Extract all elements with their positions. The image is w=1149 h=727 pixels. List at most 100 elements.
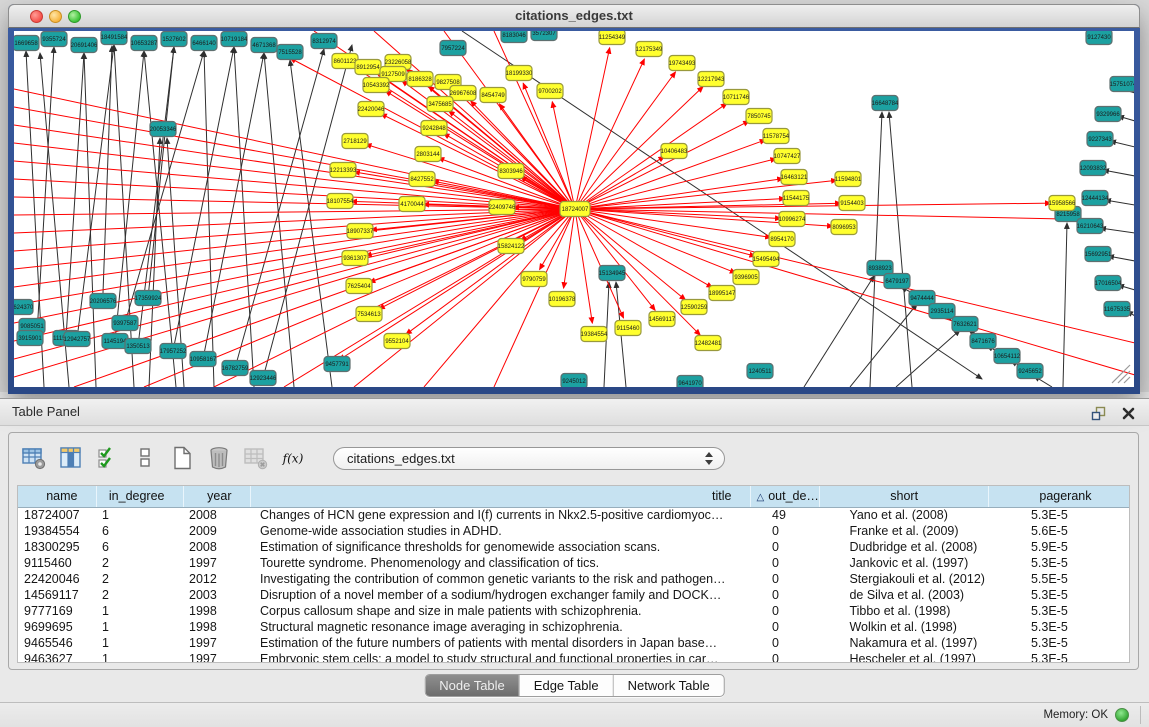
window-titlebar[interactable]: citations_edges.txt	[8, 4, 1140, 28]
column-header-pagerank[interactable]: pagerank	[989, 486, 1130, 507]
table-cell: 5.3E-5	[989, 587, 1130, 603]
delete-table-button[interactable]	[206, 445, 232, 471]
graph-edge-black[interactable]	[203, 53, 264, 359]
function-builder-button[interactable]: f(x)	[280, 445, 306, 471]
graph-edge-black[interactable]	[204, 51, 214, 387]
graph-edge-red[interactable]	[354, 209, 575, 387]
graph-node-label: 15134945	[599, 271, 626, 277]
zoom-window-button[interactable]	[68, 10, 81, 23]
network-canvas[interactable]: 1872400716696589355724206914061849158410…	[14, 31, 1134, 387]
graph-node-label: 6466140	[192, 41, 216, 47]
table-row[interactable]: 977716911998Corpus callosum shape and si…	[18, 603, 1130, 619]
graph-edge-black[interactable]	[264, 53, 294, 387]
table-row[interactable]: 946554611997Estimation of the future num…	[18, 635, 1130, 651]
graph-edge-red[interactable]	[14, 209, 575, 251]
table-settings-button[interactable]	[21, 445, 47, 471]
graph-node-label: 19384554	[581, 332, 608, 338]
column-header-title[interactable]: title	[250, 486, 750, 507]
table-cell: 5.3E-5	[989, 651, 1130, 663]
graph-edge-red[interactable]	[14, 89, 575, 209]
graph-node-label: 10719184	[221, 37, 248, 43]
table-row[interactable]: 1872400712008Changes of HCN gene express…	[18, 507, 1130, 523]
graph-edge-red[interactable]	[575, 209, 592, 323]
close-panel-icon[interactable]	[1119, 404, 1137, 422]
graph-node-label: 9085051	[20, 324, 44, 330]
graph-node-label: 9790759	[522, 277, 546, 283]
column-header-in_degree[interactable]: in_degree	[96, 486, 183, 507]
graph-node-label: 3915901	[18, 336, 42, 342]
table-row[interactable]: 911546021997Tourette syndrome. Phenomeno…	[18, 555, 1130, 571]
graph-edge-black[interactable]	[235, 49, 324, 368]
graph-edge-black[interactable]	[1103, 170, 1134, 176]
graph-edge-red[interactable]	[575, 59, 644, 209]
graph-node-label: 18491584	[101, 35, 128, 41]
table-cell: 0	[750, 635, 819, 651]
graph-edge-black[interactable]	[290, 60, 332, 387]
table-cell: 0	[750, 571, 819, 587]
graph-node-label: 14569117	[649, 317, 676, 323]
graph-edge-red[interactable]	[14, 209, 575, 305]
graph-node-label: 9700202	[538, 89, 562, 95]
memory-status-label: Memory: OK	[1043, 709, 1108, 721]
graph-edge-red[interactable]	[575, 209, 655, 310]
graph-node-label: 9396905	[734, 275, 758, 281]
graph-edge-red[interactable]	[214, 209, 575, 387]
close-window-button[interactable]	[30, 10, 43, 23]
graph-node-label: 9361307	[343, 256, 367, 262]
table-select-dropdown[interactable]: citations_edges.txt	[333, 447, 725, 470]
graph-edge-red[interactable]	[449, 111, 575, 209]
row-height-button[interactable]	[132, 445, 158, 471]
select-rows-button[interactable]	[95, 445, 121, 471]
graph-node-label: 17359924	[135, 296, 162, 302]
graph-node-label: 7850745	[747, 114, 771, 120]
network-window: citations_edges.txt 18724007166965893557…	[8, 4, 1140, 394]
table-cell: 6	[96, 523, 183, 539]
float-panel-icon[interactable]	[1089, 404, 1107, 422]
column-header-year[interactable]: year	[183, 486, 250, 507]
table-cell: 9699695	[18, 619, 96, 635]
graph-edge-red[interactable]	[494, 31, 575, 209]
tab-network-table[interactable]: Network Table	[614, 675, 724, 696]
graph-edge-black[interactable]	[850, 304, 917, 387]
table-row[interactable]: 1830029562008Estimation of significance …	[18, 539, 1130, 555]
graph-edge-black[interactable]	[173, 47, 234, 351]
memory-status-indicator[interactable]	[1115, 708, 1129, 722]
tab-edge-table[interactable]: Edge Table	[520, 675, 614, 696]
column-header-name[interactable]: name	[18, 486, 96, 507]
minimize-window-button[interactable]	[49, 10, 62, 23]
graph-edge-black[interactable]	[1063, 223, 1067, 387]
table-toolbar: f(x) citations_edges.txt	[9, 433, 1138, 475]
graph-edge-black[interactable]	[1100, 228, 1134, 233]
graph-node-label: 8312974	[312, 39, 336, 45]
column-header-out_de[interactable]: △out_de…	[750, 486, 819, 507]
table-cell: 2008	[183, 539, 250, 555]
table-cell: 0	[750, 587, 819, 603]
show-columns-button[interactable]	[58, 445, 84, 471]
graph-node-label: 8954170	[770, 237, 794, 243]
table-cell: 2009	[183, 523, 250, 539]
graph-edge-red[interactable]	[575, 209, 712, 288]
table-type-tabs: Node TableEdge TableNetwork Table	[424, 674, 725, 697]
graph-edge-black[interactable]	[896, 330, 960, 387]
table-row[interactable]: 1938455462009Genome-wide association stu…	[18, 523, 1130, 539]
graph-edge-red[interactable]	[14, 209, 575, 359]
table-cell: 5.5E-5	[989, 571, 1130, 587]
table-cell: Hescheler et al. (1997)	[819, 651, 989, 663]
column-header-short[interactable]: short	[819, 486, 989, 507]
resize-grip-icon[interactable]	[1112, 365, 1130, 383]
graph-edge-black[interactable]	[889, 112, 912, 387]
table-row[interactable]: 2242004622012Investigating the contribut…	[18, 571, 1130, 587]
graph-node-label: 26967608	[450, 91, 477, 97]
tab-node-table[interactable]: Node Table	[425, 675, 520, 696]
import-table-button-disabled[interactable]	[243, 445, 269, 471]
table-row[interactable]: 946362711997Embryonic stem cells: a mode…	[18, 651, 1130, 663]
table-row[interactable]: 1456911722003Disruption of a novel membe…	[18, 587, 1130, 603]
table-cell: 0	[750, 651, 819, 663]
table-row[interactable]: 969969511998Structural magnetic resonanc…	[18, 619, 1130, 635]
table-cell: 18300295	[18, 539, 96, 555]
graph-edge-black[interactable]	[870, 112, 882, 387]
new-table-button[interactable]	[169, 445, 195, 471]
network-view-frame: 1872400716696589355724206914061849158410…	[8, 28, 1140, 394]
graph-edge-black[interactable]	[1105, 200, 1134, 205]
graph-edge-black[interactable]	[1108, 256, 1134, 261]
